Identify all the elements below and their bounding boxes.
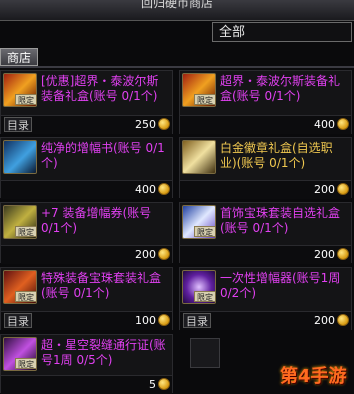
box-icon bbox=[182, 140, 216, 174]
shop-item[interactable]: 限定 一次性增幅器(账号1周 0/2个) 目录 200 bbox=[179, 267, 352, 330]
item-name: 白金徽章礼盒(自选职业)(账号 0/1个) bbox=[220, 141, 333, 170]
item-price: 5 bbox=[149, 378, 156, 391]
category-filter-dropdown[interactable]: 全部 bbox=[212, 22, 352, 42]
shop-item[interactable]: 限定 超界・泰波尔斯装备礼盒(账号 0/1个) 400 bbox=[179, 70, 352, 134]
item-name: 超界・泰波尔斯装备礼盒(账号 0/1个) bbox=[220, 74, 341, 103]
coin-icon bbox=[158, 314, 170, 326]
item-footer: 400 bbox=[1, 180, 172, 199]
shop-item[interactable]: 白金徽章礼盒(自选职业)(账号 0/1个) 200 bbox=[179, 137, 352, 199]
item-price: 400 bbox=[135, 183, 156, 196]
box-icon: 限定 bbox=[3, 73, 37, 107]
empty-slot bbox=[190, 338, 220, 368]
coin-icon bbox=[158, 378, 170, 390]
catalog-button[interactable]: 目录 bbox=[4, 313, 32, 328]
limit-badge: 限定 bbox=[15, 358, 36, 369]
item-price: 400 bbox=[314, 118, 335, 131]
coin-icon bbox=[337, 248, 349, 260]
shop-item[interactable]: 限定 +7 装备增幅券(账号 0/1个) 200 bbox=[0, 202, 173, 264]
item-price: 100 bbox=[135, 314, 156, 327]
item-name: 特殊装备宝珠套装礼盒(账号 0/1个) bbox=[41, 271, 162, 300]
coin-icon bbox=[337, 118, 349, 130]
coin-icon bbox=[158, 118, 170, 130]
limit-badge: 限定 bbox=[15, 291, 36, 302]
item-name: 一次性增幅器(账号1周 0/2个) bbox=[220, 271, 341, 300]
window-title: 回归硬币商店 bbox=[140, 0, 213, 10]
item-footer: 目录 100 bbox=[1, 311, 172, 330]
coin-icon bbox=[158, 183, 170, 195]
item-price: 200 bbox=[314, 183, 335, 196]
item-footer: 200 bbox=[180, 180, 351, 199]
limit-badge: 限定 bbox=[194, 226, 215, 237]
shop-item[interactable]: 限定 超・星空裂缝通行证(账号1周 0/5个) 5 bbox=[0, 334, 173, 394]
catalog-button[interactable]: 目录 bbox=[4, 117, 32, 132]
shop-item[interactable]: 限定 [优惠]超界・泰波尔斯装备礼盒(账号 0/1个) 目录 250 bbox=[0, 70, 173, 134]
limit-badge: 限定 bbox=[194, 94, 215, 105]
coin-icon bbox=[158, 248, 170, 260]
coin-icon bbox=[337, 183, 349, 195]
divider bbox=[0, 66, 354, 68]
catalog-button[interactable]: 目录 bbox=[183, 313, 211, 328]
limit-badge: 限定 bbox=[15, 226, 36, 237]
box-icon: 限定 bbox=[182, 205, 216, 239]
pass-icon: 限定 bbox=[3, 337, 37, 371]
ticket-icon: 限定 bbox=[3, 205, 37, 239]
book-icon bbox=[3, 140, 37, 174]
box-icon: 限定 bbox=[3, 270, 37, 304]
box-icon: 限定 bbox=[182, 73, 216, 107]
item-name: 超・星空裂缝通行证(账号1周 0/5个) bbox=[41, 338, 166, 367]
item-price: 200 bbox=[314, 314, 335, 327]
shop-item[interactable]: 限定 首饰宝珠套装自选礼盒(账号 0/1个) 200 bbox=[179, 202, 352, 264]
item-footer: 200 bbox=[1, 245, 172, 264]
item-price: 200 bbox=[314, 248, 335, 261]
item-footer: 200 bbox=[180, 245, 351, 264]
item-footer: 400 bbox=[180, 115, 351, 134]
item-footer: 目录 200 bbox=[180, 311, 351, 330]
amplifier-icon: 限定 bbox=[182, 270, 216, 304]
item-footer: 5 bbox=[1, 375, 172, 394]
item-name: [优惠]超界・泰波尔斯装备礼盒(账号 0/1个) bbox=[41, 74, 159, 103]
window-titlebar: 回归硬币商店 bbox=[0, 0, 354, 21]
item-price: 200 bbox=[135, 248, 156, 261]
item-price: 250 bbox=[135, 118, 156, 131]
limit-badge: 限定 bbox=[194, 291, 215, 302]
shop-item[interactable]: 纯净的增幅书(账号 0/1个) 400 bbox=[0, 137, 173, 199]
limit-badge: 限定 bbox=[15, 94, 36, 105]
item-footer: 目录 250 bbox=[1, 115, 172, 134]
item-name: 首饰宝珠套装自选礼盒(账号 0/1个) bbox=[220, 206, 341, 235]
tab-shop[interactable]: 商店 bbox=[0, 48, 38, 66]
item-name: +7 装备增幅券(账号 0/1个) bbox=[41, 206, 152, 235]
shop-item[interactable]: 限定 特殊装备宝珠套装礼盒(账号 0/1个) 目录 100 bbox=[0, 267, 173, 330]
coin-icon bbox=[337, 314, 349, 326]
watermark-logo: 第4手游 bbox=[280, 366, 347, 387]
item-name: 纯净的增幅书(账号 0/1个) bbox=[41, 141, 165, 170]
